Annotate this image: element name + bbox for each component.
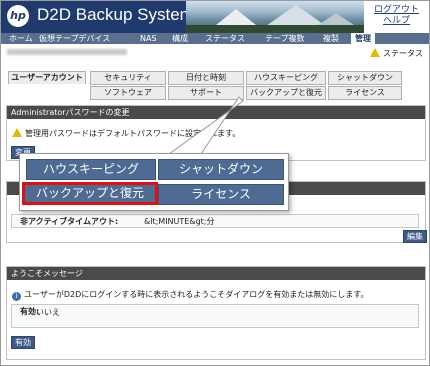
app-window: hp D2D Backup System ログアウト ヘルプ ホーム 仮想テープ… — [0, 0, 430, 366]
zoom-tab-backup-restore[interactable]: バックアップと復元 — [22, 182, 158, 205]
zoom-tab-shutdown[interactable]: シャットダウン — [158, 159, 284, 180]
zoomed-tabs-overlay: ハウスキーピング シャットダウン バックアップと復元 ライセンス — [19, 153, 289, 211]
zoom-tab-housekeeping[interactable]: ハウスキーピング — [26, 159, 156, 180]
zoom-tab-license[interactable]: ライセンス — [158, 184, 284, 205]
